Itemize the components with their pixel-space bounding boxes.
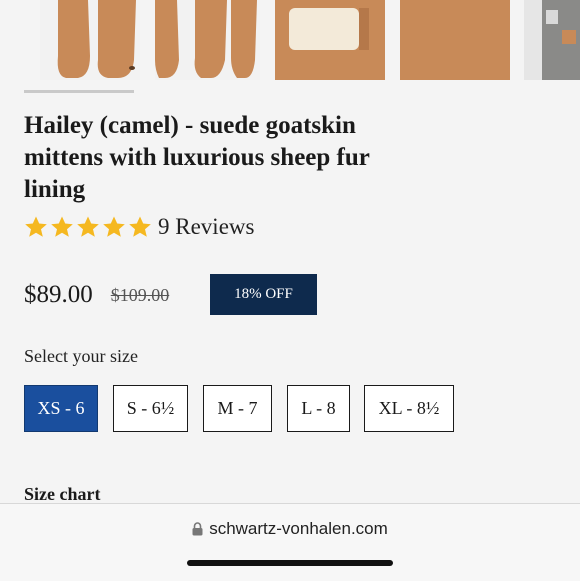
reviews-link[interactable]: 9 Reviews: [158, 214, 254, 240]
image-thumbnail-strip: [0, 0, 580, 82]
fur-lining-image: [275, 0, 385, 80]
star-icon: [129, 216, 151, 237]
thumbnail-model[interactable]: [524, 0, 580, 80]
price-row: $89.00 $109.00: [24, 274, 169, 316]
thumbnail-suede-detail[interactable]: [400, 0, 510, 80]
thumbnail-mittens-back[interactable]: [155, 0, 260, 80]
size-option-xl[interactable]: XL - 8½: [364, 385, 454, 432]
current-price: $89.00: [24, 281, 93, 308]
size-chart-link[interactable]: Size chart: [24, 484, 100, 505]
size-selector-label: Select your size: [24, 346, 138, 366]
discount-badge: 18% OFF: [210, 274, 317, 315]
mitten-image: [155, 0, 257, 78]
size-option-l[interactable]: L - 8: [287, 385, 350, 432]
mitten-image: [57, 0, 136, 78]
size-option-xs[interactable]: XS - 6: [24, 385, 98, 432]
star-icon: [25, 216, 47, 237]
original-price: $109.00: [110, 284, 170, 305]
address-bar-url[interactable]: schwartz-vonhalen.com: [0, 519, 580, 539]
star-icon: [51, 216, 73, 237]
thumbnail-mittens-front[interactable]: [40, 0, 140, 80]
home-indicator[interactable]: [187, 560, 393, 566]
thumbnail-scroll-indicator: [24, 90, 134, 93]
browser-address-bar: [0, 503, 580, 581]
star-icon: [77, 216, 99, 237]
lock-icon: [192, 522, 203, 536]
model-image: [542, 0, 580, 80]
size-option-s[interactable]: S - 6½: [113, 385, 188, 432]
url-text: schwartz-vonhalen.com: [209, 519, 388, 538]
thumbnail-fur-lining[interactable]: [275, 0, 385, 80]
product-title: Hailey (camel) - suede goatskin mittens …: [24, 112, 370, 203]
product-rating[interactable]: 9 Reviews: [24, 214, 254, 240]
star-icon: [103, 216, 125, 237]
rating-stars: [24, 215, 152, 239]
size-option-m[interactable]: M - 7: [203, 385, 272, 432]
